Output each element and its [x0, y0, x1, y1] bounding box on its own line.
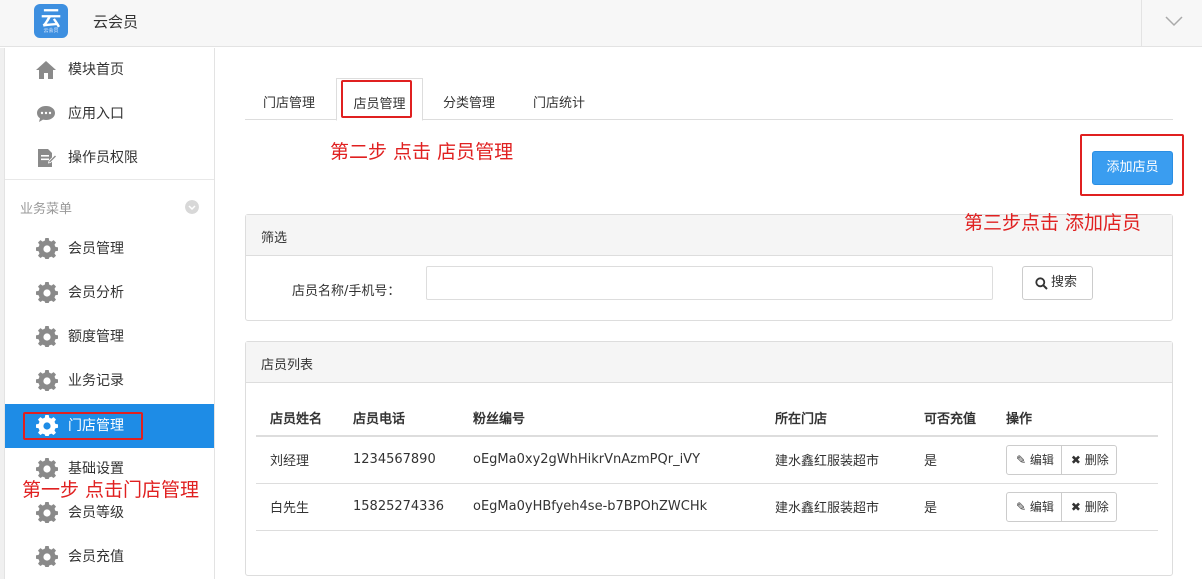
sidebar-item-label: 会员等级 — [68, 505, 124, 521]
logo-glyph: 云 — [41, 6, 61, 30]
search-button[interactable]: 搜索 — [1022, 266, 1093, 300]
gear-icon — [36, 282, 58, 303]
chat-bubble-icon — [37, 106, 55, 122]
edit-icon: ✎ — [1016, 499, 1027, 514]
store-name: 建水鑫红服装超市 — [761, 436, 910, 484]
filter-label: 店员名称/手机号： — [292, 284, 401, 299]
sidebar-item-label: 会员充值 — [68, 549, 124, 565]
staff-phone: 1234567890 — [339, 436, 459, 484]
edit-icon: ✎ — [1016, 452, 1027, 467]
sidebar-item-label: 会员分析 — [68, 285, 124, 301]
row-actions: ✎ 编辑 ✖ 删除 — [992, 436, 1158, 484]
gear-icon — [36, 238, 58, 259]
sidebar-item-quota-management[interactable]: 额度管理 — [5, 315, 214, 359]
table-row: 白先生 15825274336 oEgMa0yHBfyeh4se-b7BPOhZ… — [256, 483, 1158, 531]
sidebar-item-business-records[interactable]: 业务记录 — [5, 359, 214, 403]
collapse-toggle-icon[interactable] — [185, 200, 199, 214]
close-icon: ✖ — [1070, 452, 1081, 467]
staff-name: 刘经理 — [256, 436, 339, 484]
highlight-box-step2 — [341, 80, 412, 118]
staff-search-input[interactable] — [426, 266, 993, 300]
tab-store-statistics[interactable]: 门店统计 — [515, 78, 603, 120]
staff-name: 白先生 — [256, 483, 339, 531]
column-header: 可否充值 — [910, 400, 992, 437]
store-name: 建水鑫红服装超市 — [761, 483, 910, 531]
column-header: 所在门店 — [761, 400, 910, 437]
app-logo[interactable]: 云 云会员 — [34, 4, 68, 38]
row-actions: ✎ 编辑 ✖ 删除 — [992, 483, 1158, 531]
highlight-box-step3 — [1080, 134, 1184, 196]
fan-id: oEgMa0xy2gWhHikrVnAzmPQr_iVY — [459, 436, 761, 484]
sidebar-item-label: 模块首页 — [68, 62, 124, 78]
sidebar-item-label: 基础设置 — [68, 461, 124, 477]
rechargeable: 是 — [910, 483, 992, 531]
staff-list-panel: 店员列表 店员姓名 店员电话 粉丝编号 所在门店 可否充值 操作 刘经理 123… — [245, 341, 1173, 576]
edit-button-label: 编辑 — [1029, 452, 1054, 467]
search-button-label: 搜索 — [1051, 275, 1078, 290]
home-icon — [36, 61, 56, 79]
sidebar-item-label: 业务记录 — [68, 373, 124, 389]
gear-icon — [36, 546, 58, 567]
sidebar-item-member-recharge[interactable]: 会员充值 — [5, 535, 214, 579]
tab-store-management[interactable]: 门店管理 — [245, 78, 333, 120]
sidebar-item-member-management[interactable]: 会员管理 — [5, 227, 214, 271]
sidebar-item-app-entry[interactable]: 应用入口 — [5, 92, 214, 136]
highlight-box-step1 — [23, 412, 143, 440]
topbar-divider — [1141, 0, 1142, 46]
sidebar-item-label: 额度管理 — [68, 329, 124, 345]
column-header: 店员电话 — [339, 400, 459, 437]
gear-icon — [36, 370, 58, 391]
staff-list-title: 店员列表 — [246, 342, 1172, 383]
rechargeable: 是 — [910, 436, 992, 484]
edit-button[interactable]: ✎ 编辑 — [1007, 446, 1061, 474]
chevron-down-icon[interactable] — [1164, 14, 1184, 28]
sidebar-item-member-analysis[interactable]: 会员分析 — [5, 271, 214, 315]
sidebar-item-label: 应用入口 — [68, 106, 124, 122]
action-button-group: ✎ 编辑 ✖ 删除 — [1006, 491, 1117, 522]
search-icon — [1035, 277, 1048, 290]
table-row: 刘经理 1234567890 oEgMa0xy2gWhHikrVnAzmPQr_… — [256, 436, 1158, 484]
sidebar-item-label: 操作员权限 — [68, 150, 138, 166]
document-edit-icon — [38, 149, 57, 167]
table-header-row: 店员姓名 店员电话 粉丝编号 所在门店 可否充值 操作 — [256, 400, 1158, 437]
gear-icon — [36, 502, 58, 523]
annotation-step2: 第二步 点击 店员管理 — [330, 141, 514, 163]
delete-button-label: 删除 — [1084, 452, 1109, 467]
edit-button-label: 编辑 — [1029, 499, 1054, 514]
tab-category-management[interactable]: 分类管理 — [426, 78, 512, 120]
annotation-step3: 第三步点击 添加店员 — [964, 212, 1142, 234]
delete-button-label: 删除 — [1084, 499, 1109, 514]
sidebar-item-home[interactable]: 模块首页 — [5, 48, 214, 92]
gear-icon — [36, 326, 58, 347]
delete-button[interactable]: ✖ 删除 — [1060, 445, 1116, 474]
top-bar: 云 云会员 云会员 — [0, 0, 1202, 47]
staff-phone: 15825274336 — [339, 483, 459, 531]
staff-table: 店员姓名 店员电话 粉丝编号 所在门店 可否充值 操作 刘经理 12345678… — [256, 400, 1158, 531]
fan-id: oEgMa0yHBfyeh4se-b7BPOhZWCHk — [459, 483, 761, 531]
edit-button[interactable]: ✎ 编辑 — [1007, 493, 1061, 521]
sidebar-item-operator-permissions[interactable]: 操作员权限 — [5, 136, 214, 180]
close-icon: ✖ — [1070, 499, 1081, 514]
sidebar-section-header[interactable]: 业务菜单 — [5, 179, 214, 231]
section-title: 业务菜单 — [20, 202, 73, 217]
column-header: 操作 — [992, 400, 1158, 437]
gear-icon — [36, 458, 58, 479]
delete-button[interactable]: ✖ 删除 — [1060, 492, 1116, 521]
column-header: 店员姓名 — [256, 400, 339, 437]
annotation-step1: 第一步 点击门店管理 — [22, 479, 200, 501]
column-header: 粉丝编号 — [459, 400, 761, 437]
app-title: 云会员 — [93, 13, 139, 31]
action-button-group: ✎ 编辑 ✖ 删除 — [1006, 444, 1117, 475]
sidebar-item-label: 会员管理 — [68, 241, 124, 257]
logo-subtext: 云会员 — [43, 28, 59, 34]
